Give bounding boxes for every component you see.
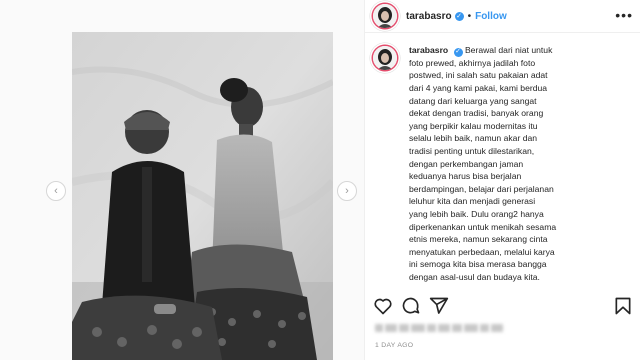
heart-icon[interactable] <box>373 296 393 316</box>
blurred-text <box>438 324 450 332</box>
chevron-right-icon[interactable]: › <box>337 181 357 201</box>
chevron-left-icon[interactable]: ‹ <box>46 181 66 201</box>
caption-line: dekat dengan tradisi, banyak orang <box>409 108 544 119</box>
caption-line: diperkenankan untuk menikah sesama <box>409 221 557 232</box>
caption-line: yang berpikir kalau modernitas itu <box>409 120 538 131</box>
avatar-icon <box>373 4 397 28</box>
post-panel: tarabasro ✓ • Follow ••• tarabasro ✓ Ber… <box>364 0 640 360</box>
blurred-text <box>399 324 409 332</box>
caption-line: selalu lebih baik, namun akar dan <box>409 133 538 144</box>
caption-line: dari 4 yang kami pakai, kami berdua <box>409 82 548 93</box>
caption-line: dengan perkembangan jaman <box>409 158 524 169</box>
blurred-text <box>491 324 503 332</box>
post-photo[interactable] <box>72 32 333 360</box>
blurred-text <box>480 324 489 332</box>
caption-text: tarabasro ✓ Berawal dari niat untuk foto… <box>409 44 585 283</box>
caption-line: ini semoga kita bisa merasa bangga <box>409 259 547 270</box>
blurred-text <box>411 324 425 332</box>
photo-illustration <box>72 32 333 360</box>
separator: • <box>467 10 472 22</box>
avatar[interactable] <box>373 4 397 28</box>
username[interactable]: tarabasro <box>406 11 452 22</box>
caption-username[interactable]: tarabasro <box>409 45 448 55</box>
caption-line: tradisi penting untuk dilestarikan, <box>409 145 535 156</box>
caption-line: yang lebih baik. Dulu orang2 hanya <box>409 208 544 219</box>
verified-badge-icon: ✓ <box>453 47 463 57</box>
blurred-text <box>452 324 462 332</box>
more-options-icon[interactable]: ••• <box>615 8 633 22</box>
caption-avatar[interactable] <box>373 46 397 70</box>
caption-line: menyatukan perbedaan, melalui karya <box>409 246 555 257</box>
post-header: tarabasro ✓ • Follow ••• <box>365 0 640 33</box>
blurred-text <box>427 324 436 332</box>
caption-line: berdampingan, belajar dari perjalanan <box>409 183 554 194</box>
follow-button[interactable]: Follow <box>475 11 507 22</box>
comment-icon[interactable] <box>401 296 421 316</box>
avatar-icon <box>373 46 397 70</box>
caption-line: tarabasro ✓ Berawal dari niat untuk <box>409 44 585 57</box>
verified-badge-icon: ✓ <box>454 11 464 21</box>
caption-line: keduanya harus bisa berjalan <box>409 171 522 182</box>
action-bar <box>373 296 633 316</box>
post-date[interactable]: 1 DAY AGO <box>375 342 413 349</box>
bookmark-icon[interactable] <box>613 296 633 316</box>
caption-line: foto prewed, akhirnya jadilah foto <box>409 57 536 68</box>
caption-line: postwed, ini salah satu pakaian adat <box>409 70 548 81</box>
caption-line: etnis mereka, namun sekarang cinta <box>409 234 548 245</box>
share-icon[interactable] <box>429 296 449 316</box>
caption-line: leluhur kita dan menjadi generasi <box>409 196 536 207</box>
caption-line: datang dari keluarga yang sangat <box>409 95 537 106</box>
caption-line: dengan asal-usul dan budaya kita. <box>409 271 540 282</box>
caption: tarabasro ✓ Berawal dari niat untuk foto… <box>373 44 633 283</box>
blurred-text <box>385 324 397 332</box>
blurred-text <box>375 324 383 332</box>
blurred-text <box>464 324 478 332</box>
caption-line-text: Berawal dari niat untuk <box>464 45 553 55</box>
likes-count-blurred <box>375 322 575 334</box>
